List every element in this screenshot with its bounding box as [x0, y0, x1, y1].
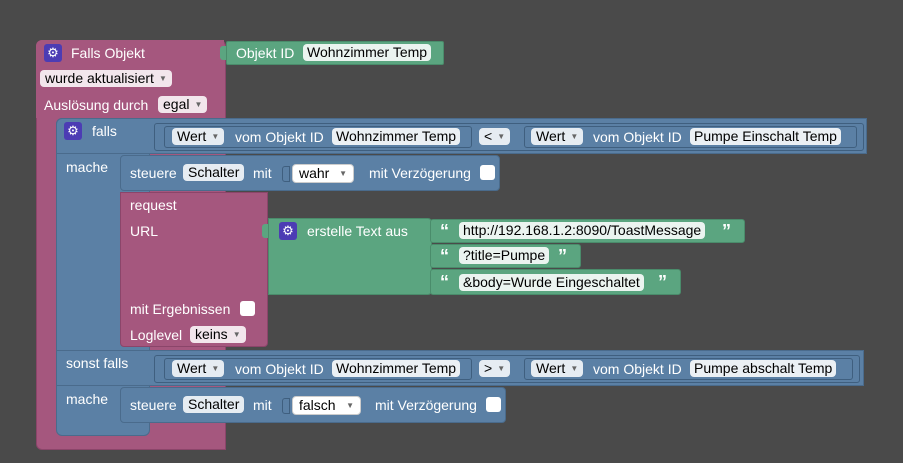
chevron-down-icon: ▼: [159, 74, 167, 83]
value-type-value: Wert: [536, 128, 566, 144]
from-object-label: vom Objekt ID: [235, 129, 324, 145]
chevron-down-icon: ▼: [339, 169, 347, 178]
trigger-title: Falls Objekt: [71, 45, 145, 61]
value-value: wahr: [299, 165, 330, 181]
results-checkbox[interactable]: [240, 301, 255, 316]
operator-value: >: [484, 360, 493, 376]
set-label: steuere: [130, 397, 177, 413]
set-label: steuere: [130, 165, 177, 181]
gear-icon[interactable]: ⚙: [279, 222, 297, 240]
object-id-field[interactable]: Pumpe Einschalt Temp: [690, 128, 841, 145]
close-quote-icon: ”: [658, 272, 667, 292]
target-dropdown[interactable]: Schalter: [183, 164, 245, 181]
object-id-label: Objekt ID: [236, 45, 295, 61]
chevron-down-icon: ▼: [232, 330, 241, 339]
input-connector: [148, 130, 154, 144]
with-label: mit: [253, 165, 272, 181]
operator-value: <: [484, 128, 493, 144]
close-quote-icon: ”: [722, 221, 731, 241]
text-part-field[interactable]: http://192.168.1.2:8090/ToastMessage: [459, 222, 706, 239]
chevron-down-icon: ▼: [346, 401, 354, 410]
value-type-value: Wert: [536, 360, 566, 376]
delay-label: mit Verzögerung: [375, 397, 477, 413]
text-part-field[interactable]: &body=Wurde Eingeschaltet: [459, 274, 644, 291]
object-id-field[interactable]: Wohnzimmer Temp: [332, 360, 461, 377]
do-label-2: mache: [66, 391, 109, 407]
trigger-condition-dropdown[interactable]: wurde aktualisiert ▼: [40, 70, 172, 87]
chevron-down-icon: ▼: [497, 364, 506, 373]
chevron-down-icon: ▼: [570, 364, 579, 373]
trigger-condition-value: wurde aktualisiert: [45, 70, 154, 86]
value-type-dropdown[interactable]: Wert ▼: [531, 360, 584, 377]
close-quote-icon: ”: [558, 246, 567, 266]
value-type-value: Wert: [177, 128, 207, 144]
value-type-dropdown[interactable]: Wert ▼: [172, 360, 225, 377]
input-connector: [148, 362, 154, 376]
open-quote-icon: “: [440, 272, 449, 292]
url-label: URL: [130, 223, 159, 239]
delay-label: mit Verzögerung: [369, 165, 471, 181]
target-value: Schalter: [188, 164, 240, 180]
request-block[interactable]: [120, 192, 268, 347]
results-label: mit Ergebnissen: [130, 301, 231, 317]
if-label: falls: [92, 123, 117, 139]
chevron-down-icon: ▼: [211, 364, 220, 373]
delay-checkbox[interactable]: [486, 397, 501, 412]
from-object-label: vom Objekt ID: [593, 129, 682, 145]
loglevel-value: keins: [195, 326, 228, 342]
gear-icon[interactable]: ⚙: [44, 44, 62, 62]
value-type-dropdown[interactable]: Wert ▼: [531, 128, 584, 145]
source-value: egal: [163, 96, 190, 112]
from-object-label: vom Objekt ID: [235, 361, 324, 377]
chevron-down-icon: ▼: [211, 132, 220, 141]
chevron-down-icon: ▼: [194, 100, 203, 109]
open-quote-icon: “: [440, 221, 449, 241]
gear-icon[interactable]: ⚙: [64, 122, 82, 140]
operator-dropdown[interactable]: < ▼: [479, 128, 511, 145]
value-type-value: Wert: [177, 360, 207, 376]
value-value: falsch: [299, 397, 336, 413]
open-quote-icon: “: [440, 246, 449, 266]
input-connector: [282, 398, 290, 414]
operator-dropdown[interactable]: > ▼: [479, 360, 511, 377]
do-label: mache: [66, 159, 109, 175]
text-part-field[interactable]: ?title=Pumpe: [459, 247, 550, 264]
else-if-label: sonst falls: [66, 355, 129, 371]
request-label: request: [130, 197, 177, 213]
delay-checkbox[interactable]: [480, 165, 495, 180]
object-id-field[interactable]: Wohnzimmer Temp: [303, 44, 432, 61]
from-object-label: vom Objekt ID: [593, 361, 682, 377]
value-dropdown[interactable]: falsch ▼: [292, 396, 361, 415]
input-connector: [282, 166, 290, 182]
loglevel-dropdown[interactable]: keins ▼: [190, 326, 246, 343]
source-dropdown[interactable]: egal ▼: [158, 96, 208, 113]
chevron-down-icon: ▼: [497, 132, 506, 141]
input-connector: [262, 224, 268, 238]
loglevel-label: Loglevel: [130, 327, 183, 343]
object-id-field[interactable]: Wohnzimmer Temp: [332, 128, 461, 145]
target-value: Schalter: [188, 396, 240, 412]
value-type-dropdown[interactable]: Wert ▼: [172, 128, 225, 145]
source-label: Auslösung durch: [44, 97, 149, 113]
value-dropdown[interactable]: wahr ▼: [292, 164, 354, 183]
chevron-down-icon: ▼: [570, 132, 579, 141]
object-id-field[interactable]: Pumpe abschalt Temp: [690, 360, 837, 377]
input-connector: [220, 46, 226, 60]
with-label: mit: [253, 397, 272, 413]
text-join-label: erstelle Text aus: [307, 223, 408, 239]
target-dropdown[interactable]: Schalter: [183, 396, 245, 413]
